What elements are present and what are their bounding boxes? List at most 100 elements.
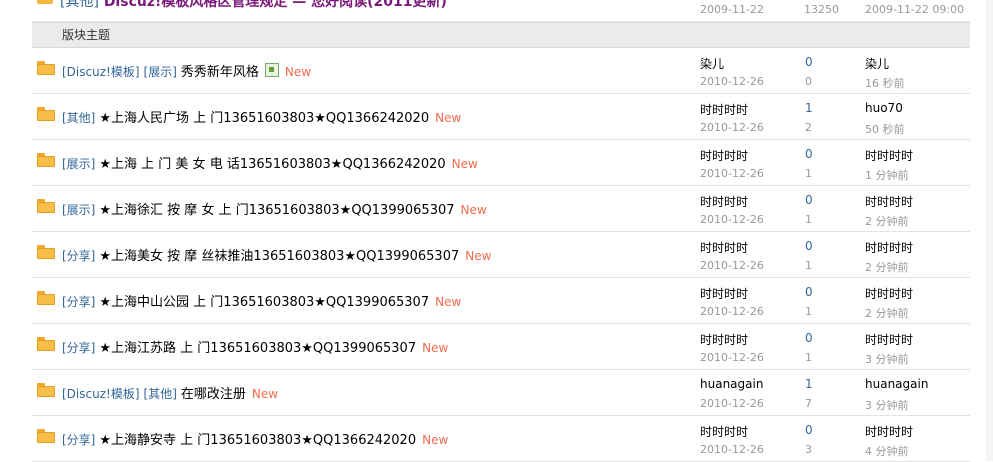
last-post-author[interactable]: huanagain	[865, 377, 928, 391]
thread-author[interactable]: huanagain	[700, 377, 763, 391]
thread-subject-link[interactable]: ★上海美女 按 摩 丝袜推油13651603803★QQ1399065307	[99, 249, 459, 264]
reply-count[interactable]: 1	[805, 101, 813, 115]
thread-title: [展示] ★上海徐汇 按 摩 女 上 门13651603803★QQ1399065…	[62, 199, 487, 218]
last-post-time[interactable]: 2 分钟前	[865, 213, 909, 229]
thread-subject-link[interactable]: 在哪改注册	[181, 387, 246, 402]
reply-count[interactable]: 0	[805, 55, 813, 69]
folder-icon	[37, 0, 53, 4]
thread-subject-link[interactable]: 秀秀新年风格	[181, 65, 259, 80]
new-badge: New	[435, 295, 462, 309]
thread-title: [Discuz!模板] [其他] 在哪改注册 New	[62, 383, 278, 402]
thread-date: 2010-12-26	[700, 305, 764, 318]
table-row[interactable]: [分享] ★上海江苏路 上 门13651603803★QQ1399065307 Ne…	[32, 324, 970, 370]
last-post-time[interactable]: 1 分钟前	[865, 167, 909, 183]
thread-date: 2010-12-26	[700, 443, 764, 456]
thread-category-tag[interactable]: [Discuz!模板]	[62, 387, 140, 401]
thread-title: [其他] ★上海人民广场 上 门13651603803★QQ1366242020 N…	[62, 107, 461, 126]
pinned-thread-last-post[interactable]: 2009-11-22 09:00	[865, 3, 964, 16]
view-count: 0	[805, 75, 812, 88]
thread-category-tag[interactable]: [分享]	[62, 249, 95, 263]
pinned-thread-tag[interactable]: [其他]	[60, 0, 99, 10]
last-post-time[interactable]: 3 分钟前	[865, 351, 909, 367]
table-row[interactable]: [其他] ★上海人民广场 上 门13651603803★QQ1366242020 N…	[32, 94, 970, 140]
thread-author[interactable]: 时时时时	[700, 423, 748, 440]
reply-count[interactable]: 0	[805, 423, 813, 437]
table-row[interactable]: [分享] ★上海美女 按 摩 丝袜推油13651603803★QQ13990653…	[32, 232, 970, 278]
last-post-time[interactable]: 4 分钟前	[865, 443, 909, 459]
thread-title: [分享] ★上海江苏路 上 门13651603803★QQ1399065307 Ne…	[62, 337, 448, 356]
last-post-time[interactable]: 3 分钟前	[865, 397, 909, 413]
last-post-author[interactable]: 时时时时	[865, 285, 913, 302]
thread-title: [分享] ★上海静安寺 上 门13651603803★QQ1366242020 Ne…	[62, 429, 448, 448]
last-post-author[interactable]: 时时时时	[865, 423, 913, 440]
table-row[interactable]: [Discuz!模板] [其他] 在哪改注册 New huanagain 2010-1…	[32, 370, 970, 416]
thread-category-tag[interactable]: [展示]	[62, 157, 95, 171]
thread-date: 2010-12-26	[700, 121, 764, 134]
reply-count[interactable]: 0	[805, 193, 813, 207]
last-post-author[interactable]: 染儿	[865, 55, 889, 72]
thread-category-tag[interactable]: [分享]	[62, 295, 95, 309]
table-row[interactable]: [展示] ★上海徐汇 按 摩 女 上 门13651603803★QQ1399065…	[32, 186, 970, 232]
thread-subject-link[interactable]: ★上海徐汇 按 摩 女 上 门13651603803★QQ1399065307	[99, 203, 454, 218]
thread-category-tag[interactable]: [分享]	[62, 433, 95, 447]
folder-icon	[37, 153, 55, 167]
thread-subject-link[interactable]: ★上海江苏路 上 门13651603803★QQ1399065307	[99, 341, 416, 356]
thread-title: [展示] ★上海 上 门 美 女 电 话13651603803★QQ1366242…	[62, 153, 478, 172]
thread-rows: [Discuz!模板] [展示] 秀秀新年风格 New 染儿 2010-12-26 0…	[32, 48, 970, 462]
new-badge: New	[465, 249, 492, 263]
reply-count[interactable]: 0	[805, 331, 813, 345]
image-attachment-icon	[264, 63, 279, 77]
last-post-time[interactable]: 16 秒前	[865, 75, 905, 91]
last-post-time[interactable]: 50 秒前	[865, 121, 905, 137]
table-row[interactable]: [展示] ★上海 上 门 美 女 电 话13651603803★QQ1366242…	[32, 140, 970, 186]
reply-count[interactable]: 0	[805, 285, 813, 299]
view-count: 7	[805, 397, 812, 410]
folder-icon	[37, 429, 55, 443]
thread-subject-link[interactable]: ★上海 上 门 美 女 电 话13651603803★QQ1366242020	[99, 157, 445, 172]
thread-category-tag[interactable]: [其他]	[144, 387, 177, 401]
thread-title: [Discuz!模板] [展示] 秀秀新年风格 New	[62, 61, 311, 80]
thread-author[interactable]: 染儿	[700, 55, 724, 72]
thread-category-tag[interactable]: [其他]	[62, 111, 95, 125]
last-post-author[interactable]: huo70	[865, 101, 903, 115]
pinned-thread-subject[interactable]: Discuz!模板风格区管理规定 — 您好阅读(2011更新)	[104, 0, 447, 10]
thread-author[interactable]: 时时时时	[700, 239, 748, 256]
thread-list: [其他] Discuz!模板风格区管理规定 — 您好阅读(2011更新) 200…	[32, 0, 970, 462]
folder-icon	[37, 291, 55, 305]
last-post-time[interactable]: 2 分钟前	[865, 305, 909, 321]
thread-subject-link[interactable]: ★上海人民广场 上 门13651603803★QQ1366242020	[99, 111, 429, 126]
last-post-author[interactable]: 时时时时	[865, 193, 913, 210]
thread-author[interactable]: 时时时时	[700, 331, 748, 348]
reply-count[interactable]: 0	[805, 239, 813, 253]
table-row[interactable]: [分享] ★上海静安寺 上 门13651603803★QQ1366242020 Ne…	[32, 416, 970, 462]
reply-count[interactable]: 1	[805, 377, 813, 391]
thread-category-tag[interactable]: [展示]	[144, 65, 177, 79]
thread-author[interactable]: 时时时时	[700, 193, 748, 210]
last-post-author[interactable]: 时时时时	[865, 239, 913, 256]
page-scrollbar[interactable]	[986, 0, 993, 461]
thread-subject-link[interactable]: ★上海静安寺 上 门13651603803★QQ1366242020	[99, 433, 416, 448]
pinned-thread-title[interactable]: [其他] Discuz!模板风格区管理规定 — 您好阅读(2011更新)	[60, 0, 447, 11]
folder-icon	[37, 245, 55, 259]
last-post-author[interactable]: 时时时时	[865, 331, 913, 348]
folder-icon	[37, 383, 55, 397]
new-badge: New	[460, 203, 487, 217]
table-row[interactable]: [分享] ★上海中山公园 上 门13651603803★QQ1399065307 N…	[32, 278, 970, 324]
thread-category-tag[interactable]: [展示]	[62, 203, 95, 217]
pinned-thread[interactable]: [其他] Discuz!模板风格区管理规定 — 您好阅读(2011更新) 200…	[32, 0, 970, 22]
thread-category-tag[interactable]: [Discuz!模板]	[62, 65, 140, 79]
thread-subject-link[interactable]: ★上海中山公园 上 门13651603803★QQ1399065307	[99, 295, 429, 310]
thread-author[interactable]: 时时时时	[700, 147, 748, 164]
view-count: 1	[805, 259, 812, 272]
reply-count[interactable]: 0	[805, 147, 813, 161]
last-post-time[interactable]: 2 分钟前	[865, 259, 909, 275]
thread-author[interactable]: 时时时时	[700, 285, 748, 302]
table-row[interactable]: [Discuz!模板] [展示] 秀秀新年风格 New 染儿 2010-12-26 0…	[32, 48, 970, 94]
view-count: 1	[805, 305, 812, 318]
last-post-author[interactable]: 时时时时	[865, 147, 913, 164]
view-count: 1	[805, 213, 812, 226]
view-count: 1	[805, 351, 812, 364]
thread-date: 2010-12-26	[700, 259, 764, 272]
thread-author[interactable]: 时时时时	[700, 101, 748, 118]
thread-category-tag[interactable]: [分享]	[62, 341, 95, 355]
